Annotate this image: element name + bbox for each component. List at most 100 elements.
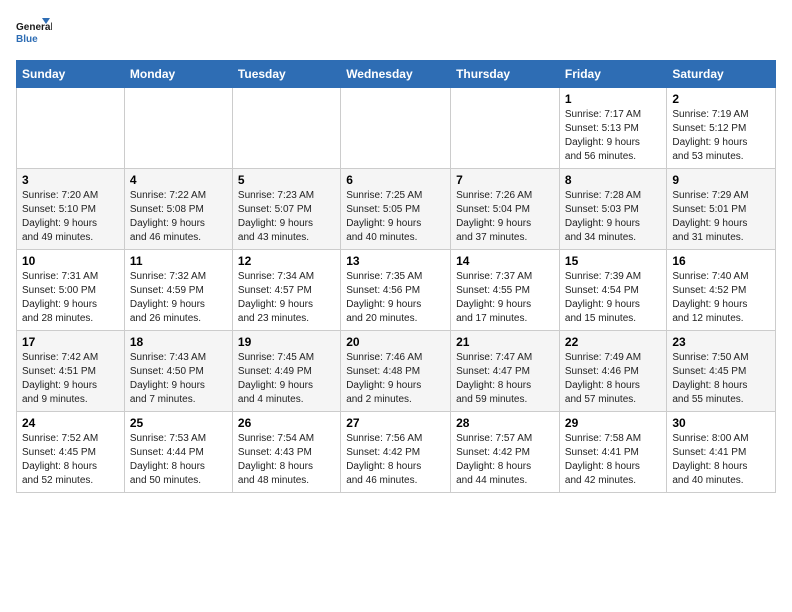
calendar-cell: 17 Sunrise: 7:42 AM Sunset: 4:51 PM Dayli… [17,331,125,412]
calendar-cell: 26 Sunrise: 7:54 AM Sunset: 4:43 PM Dayli… [232,412,340,493]
day-info: Sunrise: 7:45 AM Sunset: 4:49 PM Dayligh… [238,351,335,407]
day-number: 7 [456,173,554,187]
calendar-cell: 10 Sunrise: 7:31 AM Sunset: 5:00 PM Dayli… [17,250,125,331]
day-info: Sunrise: 7:29 AM Sunset: 5:01 PM Dayligh… [672,189,770,245]
day-info: Sunrise: 7:43 AM Sunset: 4:50 PM Dayligh… [130,351,227,407]
calendar-cell: 16 Sunrise: 7:40 AM Sunset: 4:52 PM Dayli… [667,250,776,331]
calendar-cell: 5 Sunrise: 7:23 AM Sunset: 5:07 PM Daylig… [232,169,340,250]
header-section: GeneralBlue [16,16,776,52]
day-number: 16 [672,254,770,268]
day-number: 3 [22,173,119,187]
week-row-2: 3 Sunrise: 7:20 AM Sunset: 5:10 PM Daylig… [17,169,776,250]
calendar-cell: 13 Sunrise: 7:35 AM Sunset: 4:56 PM Dayli… [341,250,451,331]
day-number: 25 [130,416,227,430]
header-day-thursday: Thursday [451,61,560,88]
header-day-tuesday: Tuesday [232,61,340,88]
calendar-cell: 28 Sunrise: 7:57 AM Sunset: 4:42 PM Dayli… [451,412,560,493]
calendar-cell: 23 Sunrise: 7:50 AM Sunset: 4:45 PM Dayli… [667,331,776,412]
day-number: 15 [565,254,661,268]
day-number: 8 [565,173,661,187]
day-info: Sunrise: 7:53 AM Sunset: 4:44 PM Dayligh… [130,432,227,488]
day-info: Sunrise: 7:26 AM Sunset: 5:04 PM Dayligh… [456,189,554,245]
day-info: Sunrise: 7:40 AM Sunset: 4:52 PM Dayligh… [672,270,770,326]
calendar-cell: 18 Sunrise: 7:43 AM Sunset: 4:50 PM Dayli… [124,331,232,412]
day-number: 24 [22,416,119,430]
day-info: Sunrise: 7:47 AM Sunset: 4:47 PM Dayligh… [456,351,554,407]
calendar-cell [17,88,125,169]
svg-text:Blue: Blue [16,34,38,45]
day-number: 14 [456,254,554,268]
day-info: Sunrise: 7:25 AM Sunset: 5:05 PM Dayligh… [346,189,445,245]
day-number: 13 [346,254,445,268]
day-info: Sunrise: 7:19 AM Sunset: 5:12 PM Dayligh… [672,108,770,164]
calendar-cell: 2 Sunrise: 7:19 AM Sunset: 5:12 PM Daylig… [667,88,776,169]
logo: GeneralBlue [16,16,52,52]
day-number: 12 [238,254,335,268]
day-number: 30 [672,416,770,430]
calendar-cell [451,88,560,169]
day-number: 6 [346,173,445,187]
day-info: Sunrise: 7:42 AM Sunset: 4:51 PM Dayligh… [22,351,119,407]
calendar-cell: 6 Sunrise: 7:25 AM Sunset: 5:05 PM Daylig… [341,169,451,250]
day-number: 28 [456,416,554,430]
day-number: 11 [130,254,227,268]
day-number: 10 [22,254,119,268]
day-info: Sunrise: 7:17 AM Sunset: 5:13 PM Dayligh… [565,108,661,164]
day-number: 29 [565,416,661,430]
day-info: Sunrise: 7:39 AM Sunset: 4:54 PM Dayligh… [565,270,661,326]
day-number: 18 [130,335,227,349]
day-number: 20 [346,335,445,349]
day-number: 19 [238,335,335,349]
day-number: 5 [238,173,335,187]
day-info: Sunrise: 7:56 AM Sunset: 4:42 PM Dayligh… [346,432,445,488]
day-info: Sunrise: 7:54 AM Sunset: 4:43 PM Dayligh… [238,432,335,488]
calendar-cell [232,88,340,169]
day-info: Sunrise: 7:37 AM Sunset: 4:55 PM Dayligh… [456,270,554,326]
header-day-monday: Monday [124,61,232,88]
calendar-cell: 22Sunrise: 7:49 AM Sunset: 4:46 PM Dayli… [559,331,666,412]
day-number: 1 [565,92,661,106]
calendar-cell: 8 Sunrise: 7:28 AM Sunset: 5:03 PM Daylig… [559,169,666,250]
day-info: Sunrise: 7:49 AM Sunset: 4:46 PM Dayligh… [565,351,661,407]
calendar-cell: 12 Sunrise: 7:34 AM Sunset: 4:57 PM Dayli… [232,250,340,331]
week-row-1: 1 Sunrise: 7:17 AM Sunset: 5:13 PM Daylig… [17,88,776,169]
calendar-cell [124,88,232,169]
day-number: 23 [672,335,770,349]
day-info: Sunrise: 7:46 AM Sunset: 4:48 PM Dayligh… [346,351,445,407]
calendar-cell: 21 Sunrise: 7:47 AM Sunset: 4:47 PM Dayli… [451,331,560,412]
header-day-friday: Friday [559,61,666,88]
day-info: Sunrise: 7:57 AM Sunset: 4:42 PM Dayligh… [456,432,554,488]
day-number: 26 [238,416,335,430]
day-info: Sunrise: 7:23 AM Sunset: 5:07 PM Dayligh… [238,189,335,245]
calendar-cell: 4Sunrise: 7:22 AM Sunset: 5:08 PM Daylig… [124,169,232,250]
day-info: Sunrise: 7:20 AM Sunset: 5:10 PM Dayligh… [22,189,119,245]
week-row-3: 10 Sunrise: 7:31 AM Sunset: 5:00 PM Dayli… [17,250,776,331]
calendar-cell: 24 Sunrise: 7:52 AM Sunset: 4:45 PM Dayli… [17,412,125,493]
header-day-wednesday: Wednesday [341,61,451,88]
day-info: Sunrise: 7:50 AM Sunset: 4:45 PM Dayligh… [672,351,770,407]
day-number: 21 [456,335,554,349]
day-info: Sunrise: 7:34 AM Sunset: 4:57 PM Dayligh… [238,270,335,326]
calendar-cell: 15 Sunrise: 7:39 AM Sunset: 4:54 PM Dayli… [559,250,666,331]
day-number: 27 [346,416,445,430]
day-info: Sunrise: 7:32 AM Sunset: 4:59 PM Dayligh… [130,270,227,326]
day-number: 2 [672,92,770,106]
day-info: Sunrise: 7:28 AM Sunset: 5:03 PM Dayligh… [565,189,661,245]
day-info: Sunrise: 7:52 AM Sunset: 4:45 PM Dayligh… [22,432,119,488]
day-number: 4 [130,173,227,187]
day-info: Sunrise: 8:00 AM Sunset: 4:41 PM Dayligh… [672,432,770,488]
day-number: 17 [22,335,119,349]
calendar-cell: 9 Sunrise: 7:29 AM Sunset: 5:01 PM Daylig… [667,169,776,250]
day-info: Sunrise: 7:35 AM Sunset: 4:56 PM Dayligh… [346,270,445,326]
day-info: Sunrise: 7:31 AM Sunset: 5:00 PM Dayligh… [22,270,119,326]
logo-icon: GeneralBlue [16,16,52,52]
week-row-5: 24 Sunrise: 7:52 AM Sunset: 4:45 PM Dayli… [17,412,776,493]
header-row: SundayMondayTuesdayWednesdayThursdayFrid… [17,61,776,88]
calendar-cell: 27 Sunrise: 7:56 AM Sunset: 4:42 PM Dayli… [341,412,451,493]
day-number: 9 [672,173,770,187]
svg-text:General: General [16,22,52,33]
calendar-cell: 3 Sunrise: 7:20 AM Sunset: 5:10 PM Daylig… [17,169,125,250]
calendar-cell: 11 Sunrise: 7:32 AM Sunset: 4:59 PM Dayli… [124,250,232,331]
header-day-saturday: Saturday [667,61,776,88]
day-info: Sunrise: 7:58 AM Sunset: 4:41 PM Dayligh… [565,432,661,488]
